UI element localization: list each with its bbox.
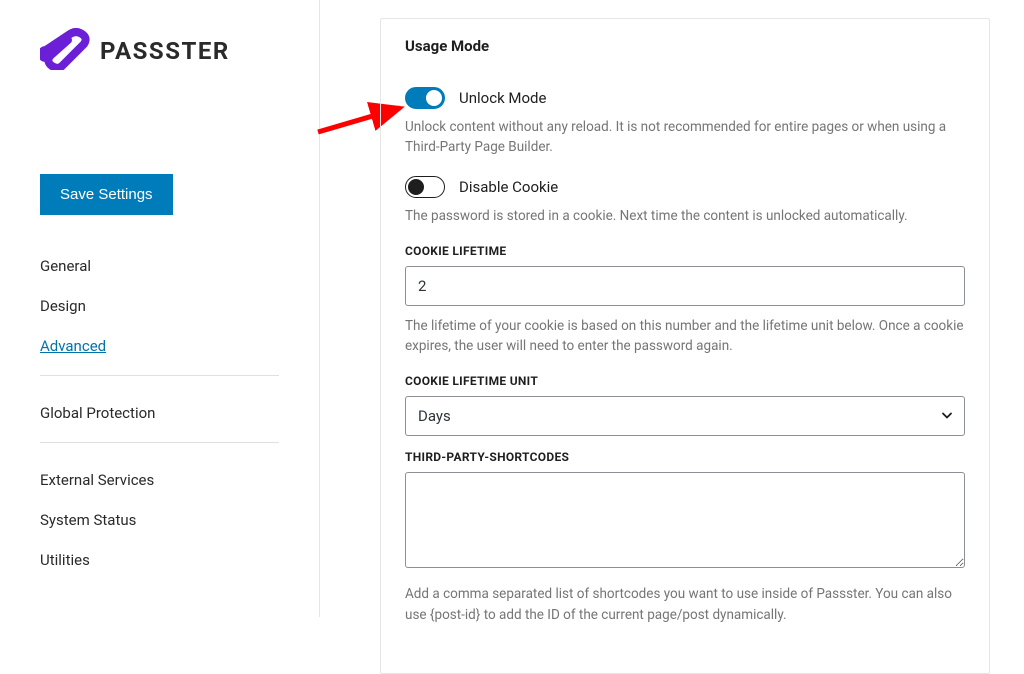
passster-logo-icon — [40, 28, 94, 74]
cookie-lifetime-help: The lifetime of your cookie is based on … — [405, 316, 965, 357]
sidebar-item-global-protection[interactable]: Global Protection — [40, 404, 279, 422]
unlock-mode-label: Unlock Mode — [459, 89, 546, 107]
sidebar-item-external-services[interactable]: External Services — [40, 471, 279, 489]
cookie-lifetime-label: COOKIE LIFETIME — [405, 244, 965, 258]
shortcodes-textarea[interactable] — [405, 472, 965, 568]
sidebar-item-general[interactable]: General — [40, 257, 279, 275]
cookie-lifetime-input[interactable] — [405, 266, 965, 306]
save-settings-button[interactable]: Save Settings — [40, 174, 173, 215]
card-title: Usage Mode — [381, 19, 989, 73]
sidebar-item-advanced[interactable]: Advanced — [40, 337, 279, 355]
disable-cookie-help: The password is stored in a cookie. Next… — [405, 206, 965, 226]
sidebar: PASSSTER Save Settings General Design Ad… — [0, 0, 320, 617]
unlock-mode-toggle[interactable] — [405, 87, 445, 109]
shortcodes-help: Add a comma separated list of shortcodes… — [405, 584, 965, 625]
disable-cookie-toggle[interactable] — [405, 176, 445, 198]
brand-logo: PASSSTER — [40, 28, 279, 74]
unlock-mode-help: Unlock content without any reload. It is… — [405, 117, 965, 158]
brand-name: PASSSTER — [100, 37, 230, 65]
cookie-unit-label: COOKIE LIFETIME UNIT — [405, 374, 965, 388]
sidebar-item-design[interactable]: Design — [40, 297, 279, 315]
cookie-unit-select[interactable]: Days — [405, 396, 965, 436]
disable-cookie-label: Disable Cookie — [459, 178, 558, 196]
sidebar-item-system-status[interactable]: System Status — [40, 511, 279, 529]
main-content: Usage Mode Unlock Mode Unlock content wi… — [380, 18, 990, 674]
sidebar-nav: General Design Advanced Global Protectio… — [40, 257, 279, 589]
sidebar-item-utilities[interactable]: Utilities — [40, 551, 279, 569]
shortcodes-label: THIRD-PARTY-SHORTCODES — [405, 450, 965, 464]
usage-mode-card: Usage Mode Unlock Mode Unlock content wi… — [380, 18, 990, 674]
